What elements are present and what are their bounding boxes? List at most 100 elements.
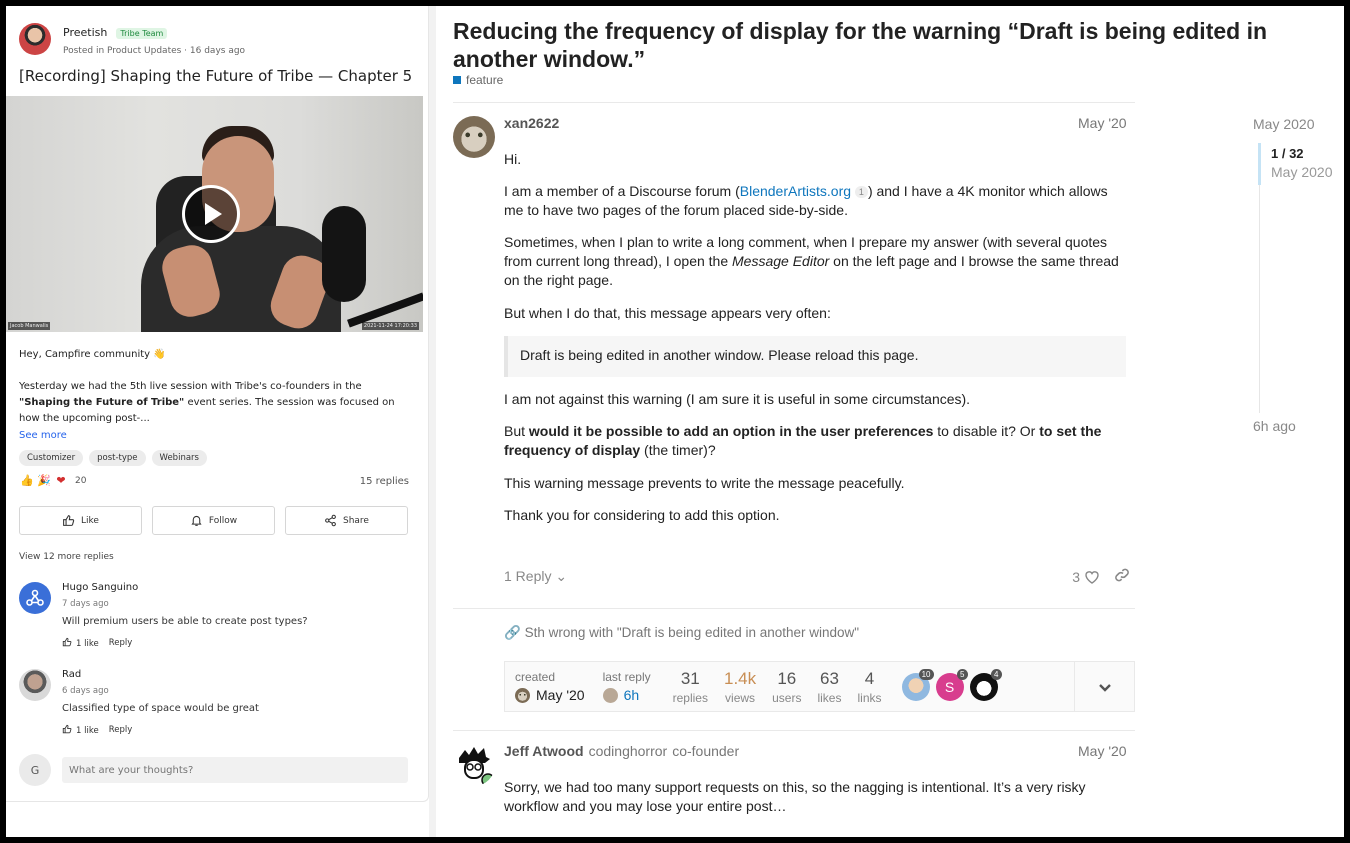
comment-reply-button[interactable]: Reply xyxy=(109,725,133,735)
comment-like-button[interactable]: 1 like xyxy=(62,637,99,649)
comment-reply-button[interactable]: Reply xyxy=(109,638,133,648)
thumbs-up-icon xyxy=(62,724,72,734)
reply-input[interactable] xyxy=(62,757,408,783)
topic-last-reply[interactable]: last reply 6h xyxy=(602,670,651,703)
share-button[interactable]: Share xyxy=(285,506,408,535)
author-name[interactable]: Preetish xyxy=(63,26,107,39)
post-avatar[interactable] xyxy=(453,744,495,786)
share-link-button[interactable] xyxy=(1114,567,1130,586)
post-username[interactable]: Jeff Atwood codinghorror co-founder xyxy=(504,743,739,759)
commenter-avatar[interactable] xyxy=(19,582,51,614)
panel-divider xyxy=(429,6,436,837)
reactions-row: 👍 🎉 ❤ 20 15 replies xyxy=(19,473,409,489)
post-actions: Like Follow Share xyxy=(19,506,408,535)
participant-avatar[interactable]: 10 xyxy=(901,668,934,701)
stat-replies: 31 replies xyxy=(672,668,708,705)
video-timestamp: 2021-11-24 17:20:33 xyxy=(361,322,419,330)
post-paragraph: Thank you for considering to add this op… xyxy=(504,507,780,523)
author-avatar[interactable] xyxy=(19,22,51,55)
thumbs-up-icon[interactable]: 👍 xyxy=(19,473,35,489)
post-paragraph: I am not against this warning (I am sure… xyxy=(504,391,971,407)
thumbs-up-icon xyxy=(63,515,75,526)
comment-like-button[interactable]: 1 like xyxy=(62,724,99,736)
see-more-link[interactable]: See more xyxy=(19,430,67,441)
post-paragraph: This warning message prevents to write t… xyxy=(504,475,905,491)
tag-chip[interactable]: Webinars xyxy=(151,450,207,466)
author-badge: Tribe Team xyxy=(116,28,168,39)
post-username[interactable]: xan2622 xyxy=(504,115,559,131)
timeline-position: 1 / 32 xyxy=(1271,146,1304,161)
show-replies-button[interactable]: 1 Reply ⌄ xyxy=(504,568,567,585)
tag-chip[interactable]: Customizer xyxy=(19,450,84,466)
topic-category[interactable]: feature xyxy=(453,73,503,87)
share-icon xyxy=(325,514,336,527)
topic-title[interactable]: Reducing the frequency of display for th… xyxy=(453,17,1323,73)
comment-item: Hugo Sanguino 7 days ago Will premium us… xyxy=(19,582,308,649)
post-paragraph: Sorry, we had too many support requests … xyxy=(504,779,1086,814)
category-color-icon xyxy=(453,76,461,84)
post-controls: 1 Reply ⌄ 3 xyxy=(504,567,1130,586)
blenderartists-link[interactable]: BlenderArtists.org xyxy=(740,183,851,199)
timeline-end[interactable]: 6h ago xyxy=(1253,418,1296,434)
view-more-replies[interactable]: View 12 more replies xyxy=(19,552,114,562)
post-date[interactable]: May '20 xyxy=(1078,743,1127,759)
divider xyxy=(453,102,1135,103)
post-date[interactable]: May '20 xyxy=(1078,115,1127,131)
stat-users: 16 users xyxy=(772,668,802,705)
video-name-tag: Jacob Manwalis xyxy=(8,322,51,330)
stat-likes: 63 likes xyxy=(817,668,842,705)
post-avatar[interactable] xyxy=(453,116,495,158)
post-paragraph: But would it be possible to add an optio… xyxy=(504,423,1102,458)
category-label: feature xyxy=(466,73,504,87)
last-replier-avatar xyxy=(602,687,618,703)
play-icon[interactable] xyxy=(182,185,240,243)
replies-count[interactable]: 15 replies xyxy=(360,476,409,487)
like-button[interactable]: Like xyxy=(19,506,142,535)
creator-avatar xyxy=(515,687,530,703)
party-icon[interactable]: 🎉 xyxy=(36,473,52,489)
heart-icon[interactable]: ❤ xyxy=(53,473,69,489)
post-paragraph: Sometimes, when I plan to write a long c… xyxy=(504,234,1119,288)
comment-time: 7 days ago xyxy=(62,599,109,609)
timeline-handle[interactable] xyxy=(1258,143,1261,185)
post-author: Preetish Tribe Team Posted in Product Up… xyxy=(19,21,245,56)
heart-icon xyxy=(1085,570,1099,584)
participants: 10 S5 4 xyxy=(901,668,1002,701)
commenter-avatar[interactable] xyxy=(19,669,51,701)
post-meta: Posted in Product Updates · 16 days ago xyxy=(63,46,246,56)
tag-chip[interactable]: post-type xyxy=(89,450,146,466)
expand-topic-map-button[interactable] xyxy=(1074,662,1134,711)
follow-button[interactable]: Follow xyxy=(152,506,275,535)
screen-frame: Preetish Tribe Team Posted in Product Up… xyxy=(6,6,1344,837)
participant-avatar[interactable]: S5 xyxy=(935,668,968,701)
post-body: Yesterday we had the 5th live session wi… xyxy=(19,381,395,424)
linked-topic[interactable]: 🔗 Sth wrong with "Draft is being edited … xyxy=(504,625,859,641)
jeff-avatar-icon xyxy=(459,747,495,786)
like-post-button[interactable]: 3 xyxy=(1072,569,1100,585)
commenter-name[interactable]: Hugo Sanguino xyxy=(62,582,308,593)
bell-icon xyxy=(191,515,202,526)
chevron-down-icon: ⌄ xyxy=(555,568,568,584)
post-paragraph: Hi. xyxy=(504,151,522,167)
divider xyxy=(453,730,1135,731)
timeline-start[interactable]: May 2020 xyxy=(1253,116,1314,132)
commenter-name[interactable]: Rad xyxy=(62,669,259,680)
post-greeting: Hey, Campfire community 👋 xyxy=(19,349,166,360)
post-title[interactable]: [Recording] Shaping the Future of Tribe … xyxy=(19,67,412,85)
video-player[interactable]: Jacob Manwalis 2021-11-24 17:20:33 xyxy=(6,96,423,332)
comment-item: Rad 6 days ago Classified type of space … xyxy=(19,669,259,736)
link-click-count: 1 xyxy=(854,186,868,198)
topic-map: created May '20 last reply 6h 31 replies … xyxy=(504,661,1135,712)
chevron-down-icon xyxy=(1098,683,1111,692)
divider xyxy=(453,608,1135,609)
comment-text: Classified type of space would be great xyxy=(62,703,259,714)
tribe-post-panel: Preetish Tribe Team Posted in Product Up… xyxy=(6,6,429,802)
link-icon xyxy=(1115,568,1129,582)
timeline-track[interactable] xyxy=(1259,185,1260,413)
comment-time: 6 days ago xyxy=(62,686,109,696)
comment-text: Will premium users be able to create pos… xyxy=(62,616,308,627)
current-user-avatar: G xyxy=(19,754,51,786)
topic-created[interactable]: created May '20 xyxy=(515,670,585,703)
reply-composer: G xyxy=(19,754,408,786)
participant-avatar[interactable]: 4 xyxy=(969,668,1002,701)
